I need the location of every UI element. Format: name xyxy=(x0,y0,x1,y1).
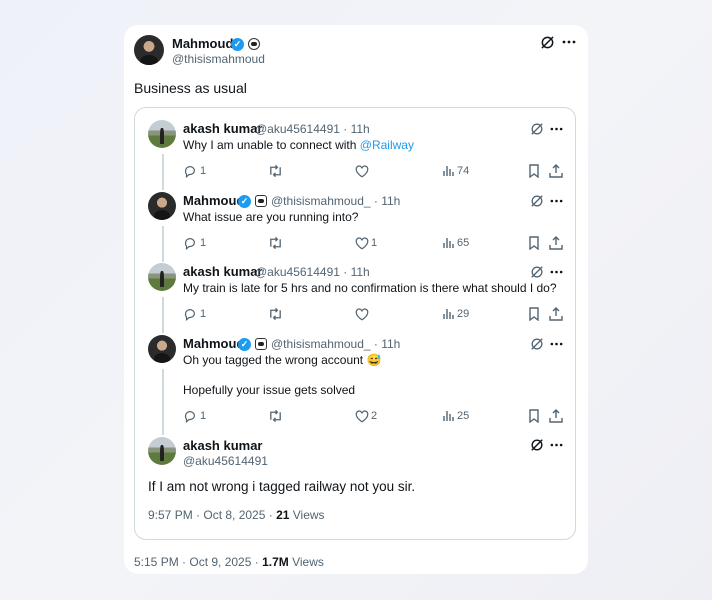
like-count: 2 xyxy=(371,410,378,422)
author-name[interactable]: akash kumar xyxy=(183,121,263,136)
mention-link[interactable]: @Railway xyxy=(360,138,414,152)
reply-text: If I am not wrong i tagged railway not y… xyxy=(148,479,416,494)
author-name[interactable]: akash kumar xyxy=(183,438,263,453)
thread-text: My train is late for 5 hrs and no confir… xyxy=(183,281,557,295)
like-icon[interactable] xyxy=(355,165,369,178)
reply-icon[interactable] xyxy=(183,409,197,423)
reply-count: 1 xyxy=(200,237,207,249)
grok-icon[interactable] xyxy=(530,265,544,279)
more-icon[interactable] xyxy=(550,127,563,131)
retweet-icon[interactable] xyxy=(268,164,283,178)
bookmark-icon[interactable] xyxy=(528,164,540,178)
more-icon[interactable] xyxy=(550,270,563,274)
more-icon[interactable] xyxy=(550,342,563,346)
retweet-icon[interactable] xyxy=(268,307,283,321)
like-icon[interactable] xyxy=(355,410,369,423)
author-handle[interactable]: @thisismahmoud xyxy=(172,52,265,66)
verified-check-icon: ✓ xyxy=(238,195,251,208)
avatar[interactable] xyxy=(148,437,176,465)
thread-text: Why I am unable to connect with @Railway xyxy=(183,138,414,152)
grok-icon[interactable] xyxy=(530,122,544,136)
more-icon[interactable] xyxy=(550,443,563,447)
share-icon[interactable] xyxy=(549,236,563,250)
reply-count: 1 xyxy=(200,308,207,320)
avatar[interactable] xyxy=(148,192,176,220)
author-handle[interactable]: @aku45614491 xyxy=(183,454,268,468)
share-icon[interactable] xyxy=(549,164,563,178)
verified-check-icon: ✓ xyxy=(231,38,244,51)
affiliate-badge-icon[interactable] xyxy=(255,338,267,350)
avatar[interactable] xyxy=(148,335,176,363)
thread-text: What issue are you running into? xyxy=(183,210,359,224)
views-count: 25 xyxy=(457,410,470,422)
reply-count: 1 xyxy=(200,165,207,177)
views-icon[interactable] xyxy=(442,410,454,422)
like-icon[interactable] xyxy=(355,237,369,250)
views-count: 65 xyxy=(457,237,470,249)
thread-line xyxy=(162,154,164,190)
author-name[interactable]: akash kumar xyxy=(183,264,263,279)
thread-line xyxy=(162,297,164,333)
bookmark-icon[interactable] xyxy=(528,307,540,321)
post-text: Business as usual xyxy=(134,80,247,96)
reply-count: 1 xyxy=(200,410,207,422)
views-icon[interactable] xyxy=(442,237,454,249)
post-timestamp[interactable]: 5:15 PM · Oct 9, 2025 · 1.7M Views xyxy=(134,555,324,569)
thread-line xyxy=(162,226,164,262)
reply-timestamp[interactable]: 9:57 PM · Oct 8, 2025 · 21 Views xyxy=(148,508,325,522)
thread-text-line2: Hopefully your issue gets solved xyxy=(183,383,356,397)
avatar[interactable] xyxy=(148,263,176,291)
affiliate-badge-icon[interactable] xyxy=(248,38,260,50)
views-icon[interactable] xyxy=(442,308,454,320)
grok-icon[interactable] xyxy=(530,194,544,208)
bookmark-icon[interactable] xyxy=(528,236,540,250)
grok-icon[interactable] xyxy=(530,337,544,351)
author-name[interactable]: Mahmoud xyxy=(172,36,233,51)
author-handle[interactable]: @thisismahmoud_ · 11h xyxy=(271,194,400,208)
affiliate-badge-icon[interactable] xyxy=(255,195,267,207)
share-icon[interactable] xyxy=(549,409,563,423)
share-icon[interactable] xyxy=(549,307,563,321)
author-handle[interactable]: @thisismahmoud_ · 11h xyxy=(271,337,400,351)
avatar[interactable] xyxy=(148,120,176,148)
author-handle[interactable]: @aku45614491 · 11h xyxy=(255,265,370,279)
like-icon[interactable] xyxy=(355,308,369,321)
author-name[interactable]: Mahmoud xyxy=(183,336,244,351)
verified-check-icon: ✓ xyxy=(238,338,251,351)
grok-icon[interactable] xyxy=(530,438,544,452)
retweet-icon[interactable] xyxy=(268,409,283,423)
views-icon[interactable] xyxy=(442,165,454,177)
bookmark-icon[interactable] xyxy=(528,409,540,423)
reply-icon[interactable] xyxy=(183,307,197,321)
views-count: 29 xyxy=(457,308,470,320)
views-count: 74 xyxy=(457,165,470,177)
like-count: 1 xyxy=(371,237,378,249)
reply-icon[interactable] xyxy=(183,236,197,250)
more-icon[interactable] xyxy=(550,199,563,203)
reply-icon[interactable] xyxy=(183,164,197,178)
avatar[interactable] xyxy=(134,35,164,65)
author-name[interactable]: Mahmoud xyxy=(183,193,244,208)
more-icon[interactable] xyxy=(562,40,576,44)
thread-text: Oh you tagged the wrong account 😅 xyxy=(183,353,382,367)
thread-line xyxy=(162,369,164,435)
retweet-icon[interactable] xyxy=(268,236,283,250)
author-handle[interactable]: @aku45614491 · 11h xyxy=(255,122,370,136)
grok-icon[interactable] xyxy=(540,35,555,50)
